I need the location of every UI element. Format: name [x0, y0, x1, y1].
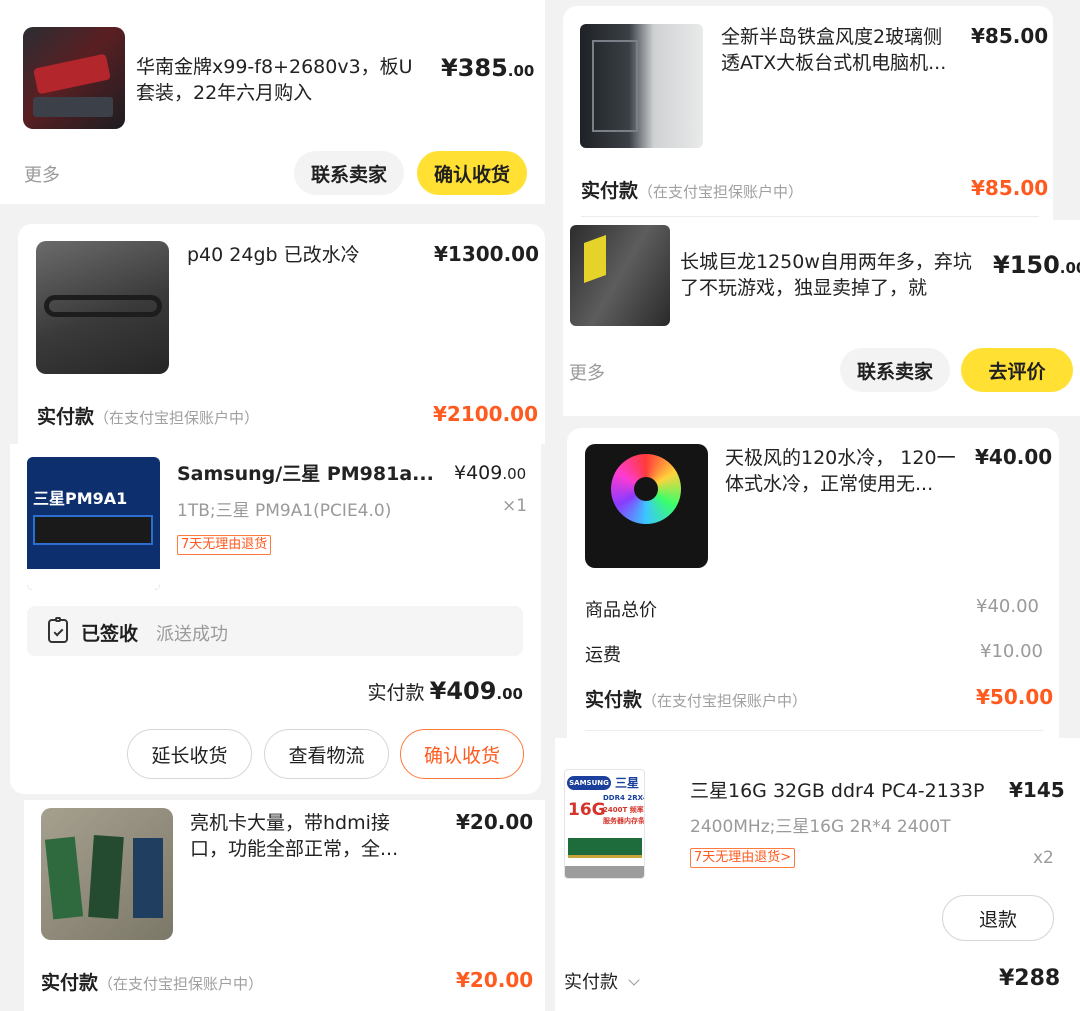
product-title[interactable]: p40 24gb 已改水冷 [187, 242, 417, 272]
order-card-psu: 长城巨龙1250w自用两年多，弃坑了不玩游戏，独显卖掉了，就 ¥150.00 更… [563, 220, 1080, 416]
payment-row: 实付款（在支付宝担保账户中） [41, 972, 264, 994]
order-card-ssd: 三星PM9A1 Samsung/三星 PM981a... ¥409.00 1TB… [10, 444, 541, 794]
gpu-shape-icon [33, 53, 111, 95]
divider [585, 730, 1043, 731]
paid-total: 实付款 ¥409.00 [367, 677, 523, 705]
quantity: ×1 [502, 496, 528, 516]
payment-amount: ¥2100.00 [433, 402, 539, 426]
refund-button[interactable]: 退款 [942, 895, 1054, 941]
product-price: ¥385.00 [441, 54, 535, 82]
paid-amount: ¥288 [999, 966, 1061, 991]
paid-label[interactable]: 实付款 [564, 968, 640, 994]
product-thumbnail[interactable] [585, 444, 708, 568]
product-thumbnail[interactable] [41, 808, 173, 940]
delivery-status-bar[interactable]: 已签收 派送成功 [27, 606, 523, 656]
product-title[interactable]: 长城巨龙1250w自用两年多，弃坑了不玩游戏，独显卖掉了，就 [680, 249, 985, 303]
case-window-icon [592, 40, 638, 132]
thumbnail-footer [565, 866, 644, 878]
order-card-p40: p40 24gb 已改水冷 ¥1300.00 实付款（在支付宝担保账户中） ¥2… [18, 224, 545, 444]
extend-receipt-button[interactable]: 延长收货 [127, 729, 252, 779]
spec-line-2: 2400T 频率 [603, 806, 644, 814]
contact-seller-button[interactable]: 联系卖家 [294, 151, 404, 195]
fan-hub-icon [634, 477, 658, 501]
ram-stick-icon [568, 838, 642, 858]
product-thumbnail[interactable]: SAMSUNG 三星 16G DDR4 2RX4 2400T 频率 服务器内存条 [564, 769, 645, 879]
payment-row: 实付款（在支付宝担保账户中） [37, 406, 260, 428]
view-logistics-button[interactable]: 查看物流 [264, 729, 389, 779]
more-link[interactable]: 更多 [569, 359, 605, 385]
capacity-label: 16G [568, 800, 606, 820]
spec-line-3: 服务器内存条 [603, 817, 645, 825]
spec-line-1: DDR4 2RX4 [603, 794, 645, 802]
payment-row: 实付款（在支付宝担保账户中） [581, 180, 804, 202]
product-thumbnail[interactable]: 三星PM9A1 [27, 457, 160, 590]
samsung-logo: SAMSUNG [567, 776, 611, 790]
divider [581, 216, 1039, 217]
thumbnail-label: 三星PM9A1 [33, 489, 128, 508]
return-policy-badge[interactable]: 7天无理由退货> [690, 848, 796, 868]
card-shape-icon-3 [133, 838, 163, 918]
shipping-value: ¥10.00 [980, 641, 1043, 662]
product-title[interactable]: Samsung/三星 PM981a... [177, 461, 437, 489]
product-title[interactable]: 华南金牌x99-f8+2680v3，板U套装，22年六月购入 [136, 54, 426, 108]
order-card-gpu-lot: 亮机卡大量，带hdmi接口，功能全部正常，全... ¥20.00 实付款（在支付… [24, 800, 545, 1011]
product-price: ¥409.00 [454, 462, 527, 484]
order-card-ram: SAMSUNG 三星 16G DDR4 2RX4 2400T 频率 服务器内存条… [555, 738, 1080, 1011]
product-price: ¥40.00 [975, 445, 1053, 469]
package-check-icon [48, 617, 68, 643]
status-detail: 派送成功 [156, 624, 228, 645]
psu-logo-icon [584, 234, 606, 284]
contact-seller-button[interactable]: 联系卖家 [840, 348, 950, 392]
order-card-cooler: 天极风的120水冷， 120一体式水冷，正常使用无... ¥40.00 商品总价… [567, 428, 1059, 738]
board-shape-icon [33, 97, 113, 117]
brand-cn-label: 三星 [615, 776, 640, 790]
return-policy-badge: 7天无理由退货 [177, 535, 272, 555]
product-thumbnail[interactable] [23, 27, 125, 129]
confirm-receipt-button[interactable]: 确认收货 [400, 729, 524, 779]
payment-row: 实付款（在支付宝担保账户中） [585, 689, 808, 711]
payment-amount: ¥20.00 [456, 968, 534, 992]
order-card-case: 全新半岛铁盒风度2玻璃侧透ATX大板台式机电脑机... ¥85.00 实付款（在… [563, 6, 1053, 220]
chevron-down-icon [628, 974, 640, 986]
product-price: ¥150.00 [993, 251, 1080, 279]
subtotal-value: ¥40.00 [976, 596, 1039, 617]
subtotal-label: 商品总价 [585, 600, 657, 621]
product-spec: 2400MHz;三星16G 2R*4 2400T [690, 817, 951, 837]
product-price: ¥1300.00 [434, 242, 540, 266]
quantity: x2 [1033, 848, 1054, 868]
tube-shape-icon [44, 295, 162, 317]
product-price: ¥85.00 [971, 24, 1049, 48]
status-signed: 已签收 [81, 623, 139, 645]
shipping-label: 运费 [585, 645, 621, 666]
card-shape-icon-2 [88, 835, 124, 919]
product-price: ¥145 [1009, 778, 1065, 802]
product-title[interactable]: 天极风的120水冷， 120一体式水冷，正常使用无... [725, 445, 957, 499]
product-title[interactable]: 全新半岛铁盒风度2玻璃侧透ATX大板台式机电脑机... [721, 24, 956, 78]
product-price: ¥20.00 [456, 810, 534, 834]
more-link[interactable]: 更多 [24, 161, 60, 187]
ssd-shape-icon [33, 515, 153, 545]
product-spec: 1TB;三星 PM9A1(PCIE4.0) [177, 501, 392, 521]
payment-amount: ¥85.00 [971, 176, 1049, 200]
order-card-motherboard: 华南金牌x99-f8+2680v3，板U套装，22年六月购入 ¥385.00 更… [0, 0, 545, 204]
product-title[interactable]: 亮机卡大量，带hdmi接口，功能全部正常，全... [190, 810, 422, 864]
product-thumbnail[interactable] [580, 24, 703, 148]
confirm-receipt-button[interactable]: 确认收货 [417, 151, 527, 195]
thumbnail-footer [27, 569, 160, 590]
product-title[interactable]: 三星16G 32GB ddr4 PC4-2133P [690, 778, 995, 806]
card-shape-icon [44, 836, 84, 920]
product-thumbnail[interactable] [570, 225, 670, 326]
product-thumbnail[interactable] [36, 241, 169, 374]
review-button[interactable]: 去评价 [961, 348, 1073, 392]
payment-amount: ¥50.00 [976, 685, 1054, 709]
